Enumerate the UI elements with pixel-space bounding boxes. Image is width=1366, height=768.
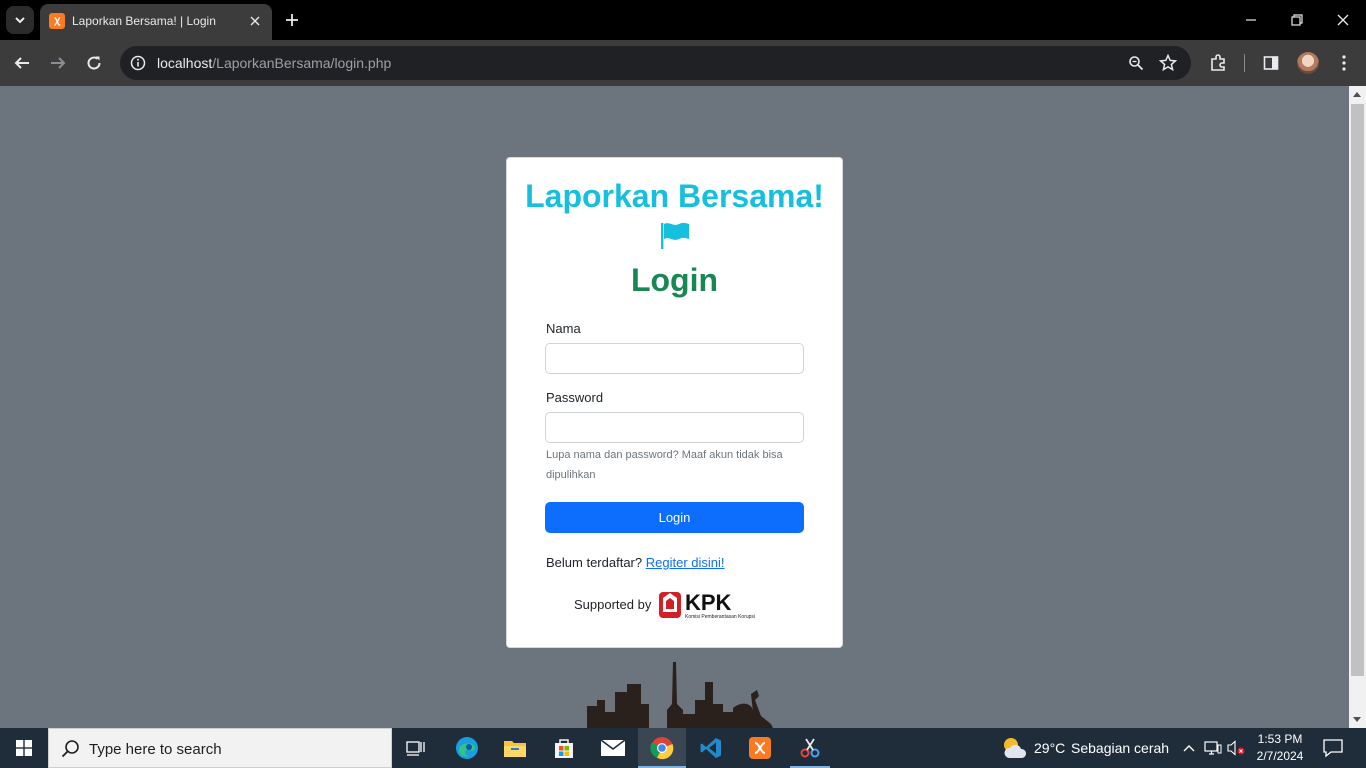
register-link[interactable]: Regiter disini!	[646, 555, 725, 570]
scroll-down-arrow-icon[interactable]	[1353, 717, 1361, 722]
tab-title: Laporkan Bersama! | Login	[72, 14, 216, 28]
svg-text:Komisi Pemberantasan Korupsi: Komisi Pemberantasan Korupsi	[685, 614, 755, 620]
name-label: Nama	[546, 321, 581, 336]
windows-start-icon[interactable]	[0, 728, 48, 768]
url-text: localhost/LaporkanBersama/login.php	[157, 55, 391, 71]
profile-avatar[interactable]	[1297, 52, 1319, 74]
weather-description: Sebagian cerah	[1071, 740, 1170, 756]
clock-date[interactable]: 2/7/2024	[1256, 749, 1304, 763]
login-heading: Login	[630, 262, 719, 298]
login-button[interactable]: Login	[545, 502, 804, 533]
name-input[interactable]	[545, 343, 804, 374]
page-viewport: Laporkan Bersama! Login Nama Password Lu…	[0, 86, 1349, 728]
weather-temperature: 29°C	[1034, 740, 1066, 756]
password-input[interactable]	[545, 412, 804, 443]
password-help-text: Lupa nama dan password? Maaf akun tidak …	[546, 449, 783, 481]
network-icon[interactable]	[1203, 738, 1223, 758]
kpk-logo: KPK Komisi Pemberantasan Korupsi	[659, 590, 755, 620]
supported-by-text: Supported by	[574, 597, 652, 612]
extensions-icon[interactable]	[1207, 52, 1229, 74]
new-tab-icon[interactable]	[282, 10, 302, 30]
url-path: /LaporkanBersama/login.php	[212, 55, 392, 71]
taskbar-search-box[interactable]: Type here to search	[48, 728, 392, 768]
notification-icon[interactable]	[1322, 738, 1344, 758]
microsoft-store-icon[interactable]	[540, 728, 588, 768]
app-title: Laporkan Bersama!	[525, 178, 824, 214]
register-prompt: Belum terdaftar?	[546, 555, 643, 570]
file-explorer-icon[interactable]	[491, 728, 539, 768]
register-line: Belum terdaftar? Regiter disini!	[546, 555, 725, 570]
weather-partly-sunny-icon	[1004, 738, 1027, 758]
login-card: Laporkan Bersama! Login Nama Password Lu…	[506, 157, 843, 648]
minimize-icon[interactable]	[1239, 8, 1263, 32]
tab-search-button[interactable]	[6, 6, 34, 34]
browser-toolbar: localhost/LaporkanBersama/login.php	[0, 40, 1366, 86]
forward-arrow-icon[interactable]	[46, 51, 70, 75]
more-menu-icon[interactable]	[1333, 52, 1355, 74]
search-placeholder: Type here to search	[89, 741, 222, 758]
search-icon	[61, 740, 79, 758]
windows-taskbar: Type here to search 29°C Sebagian cerah …	[0, 728, 1366, 768]
vscode-icon[interactable]	[687, 728, 735, 768]
mail-icon[interactable]	[589, 728, 637, 768]
bookmark-star-icon[interactable]	[1158, 53, 1178, 73]
snipping-tool-icon[interactable]	[786, 728, 834, 768]
scroll-thumb[interactable]	[1351, 104, 1364, 676]
city-skyline-image	[587, 662, 773, 728]
browser-tab-active[interactable]: ꭓ Laporkan Bersama! | Login	[40, 4, 272, 40]
scroll-up-arrow-icon[interactable]	[1353, 92, 1361, 97]
task-view-icon[interactable]	[392, 728, 440, 768]
xampp-icon: ꭓ	[49, 13, 65, 29]
xampp-icon[interactable]	[736, 728, 784, 768]
clock-time[interactable]: 1:53 PM	[1256, 732, 1304, 746]
flag-icon	[661, 222, 689, 249]
back-arrow-icon[interactable]	[10, 51, 34, 75]
chevron-up-icon[interactable]	[1179, 738, 1199, 758]
close-window-icon[interactable]	[1331, 8, 1355, 32]
toolbar-separator	[1244, 54, 1245, 72]
close-tab-icon[interactable]	[246, 12, 264, 30]
vertical-scrollbar[interactable]	[1349, 86, 1366, 728]
chevron-down-icon	[15, 17, 25, 24]
browser-tab-bar: ꭓ Laporkan Bersama! | Login	[0, 0, 1366, 40]
url-host: localhost	[157, 55, 213, 71]
password-label: Password	[546, 390, 604, 405]
address-bar[interactable]: localhost/LaporkanBersama/login.php	[120, 46, 1191, 80]
zoom-icon[interactable]	[1126, 53, 1146, 73]
site-info-icon[interactable]	[128, 53, 148, 73]
reload-icon[interactable]	[82, 51, 106, 75]
chrome-icon[interactable]	[638, 728, 686, 768]
edge-icon[interactable]	[443, 728, 491, 768]
restore-icon[interactable]	[1285, 8, 1309, 32]
side-panel-icon[interactable]	[1260, 52, 1282, 74]
speaker-muted-icon[interactable]	[1226, 738, 1246, 758]
svg-text:KPK: KPK	[685, 590, 732, 615]
